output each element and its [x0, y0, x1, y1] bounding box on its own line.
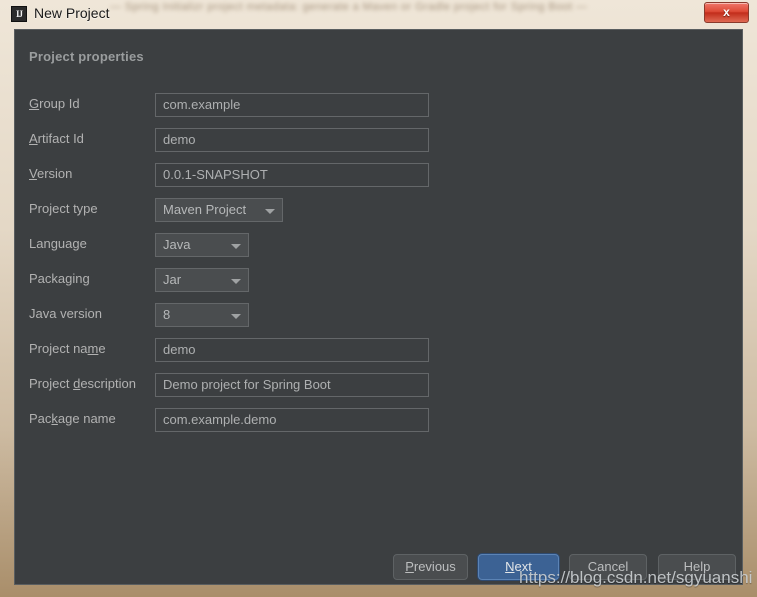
intellij-idea-icon: IJ [11, 6, 27, 22]
previous-button-label: Previous [405, 559, 456, 574]
window-title: New Project [34, 5, 110, 21]
previous-button[interactable]: Previous [393, 554, 468, 580]
close-icon: x [723, 5, 730, 19]
titlebar-background-text: — Spring Initializr project metadata: ge… [110, 1, 588, 13]
dialog-button-row: Previous Next Cancel Help [15, 30, 744, 586]
title-bar: — Spring Initializr project metadata: ge… [0, 0, 757, 28]
new-project-dialog: — Spring Initializr project metadata: ge… [0, 0, 757, 597]
close-button[interactable]: x [704, 2, 749, 23]
dialog-content-panel: Project properties Group Id com.example Ar… [14, 29, 743, 585]
watermark: https://blog.csdn.net/sgyuanshi [519, 568, 753, 587]
intellij-idea-icon-text: IJ [15, 9, 23, 19]
